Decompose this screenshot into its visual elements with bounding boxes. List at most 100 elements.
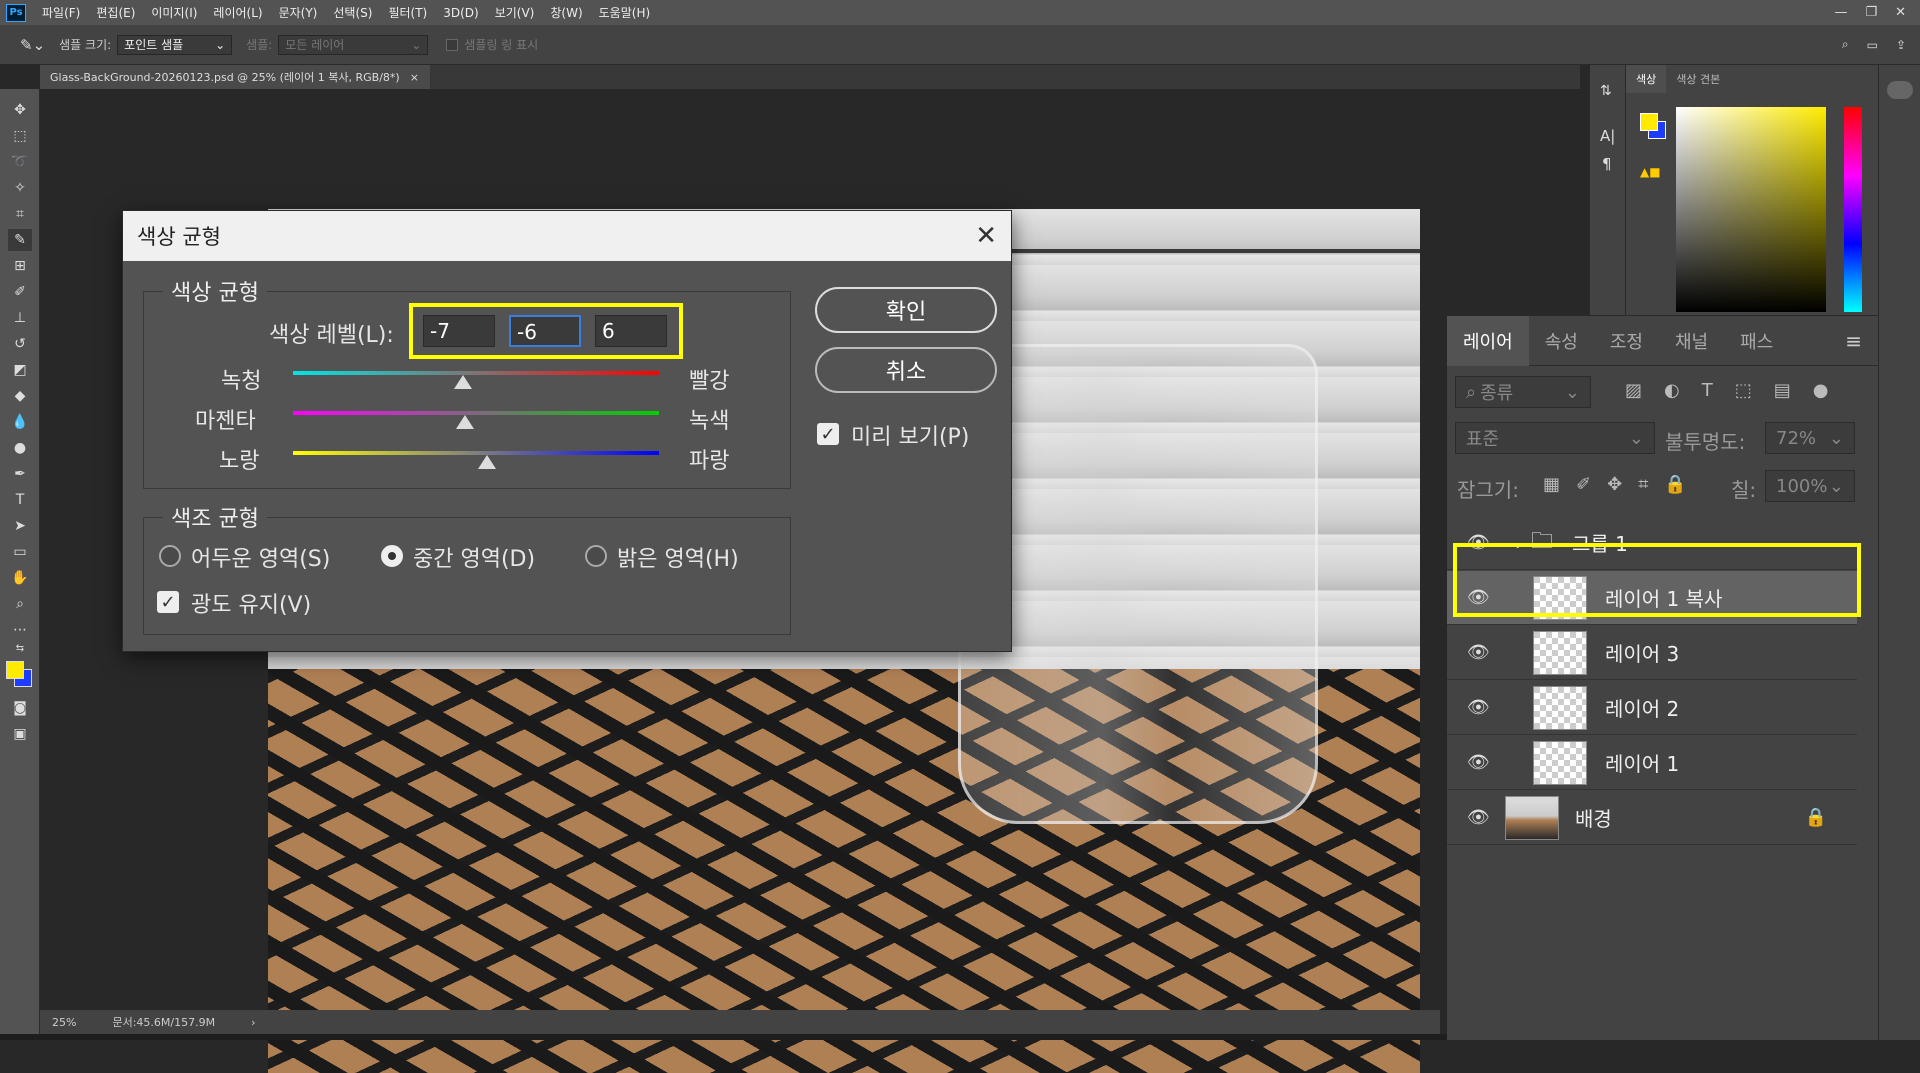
- frame-tool-icon[interactable]: ⊞: [8, 255, 32, 277]
- yellow-blue-slider-track[interactable]: [293, 451, 659, 455]
- pen-tool-icon[interactable]: ✒: [8, 463, 32, 485]
- tab-channels[interactable]: 채널: [1659, 316, 1724, 366]
- layer-row-layer-2[interactable]: 👁 레이어 2: [1447, 681, 1857, 735]
- layer-row-layer-1[interactable]: 👁 레이어 1: [1447, 736, 1857, 790]
- opacity-input[interactable]: 72% ⌄: [1765, 422, 1855, 454]
- midtones-radio[interactable]: [381, 545, 403, 567]
- cancel-button[interactable]: 취소: [815, 347, 997, 393]
- show-sampling-ring-checkbox[interactable]: [446, 38, 459, 51]
- tab-paths[interactable]: 패스: [1724, 316, 1789, 366]
- sample-size-select[interactable]: 포인트 샘플 ⌄: [117, 34, 233, 55]
- highlights-radio[interactable]: [585, 545, 607, 567]
- menu-edit[interactable]: 편집(E): [88, 4, 143, 21]
- menu-image[interactable]: 이미지(I): [143, 4, 205, 21]
- magenta-green-slider-track[interactable]: [293, 411, 659, 415]
- hue-slider[interactable]: [1844, 107, 1862, 312]
- layer-filter-select[interactable]: ⌕ 종류 ⌄: [1455, 376, 1591, 408]
- filter-toggle-icon[interactable]: ●: [1813, 380, 1829, 401]
- dodge-tool-icon[interactable]: ●: [8, 437, 32, 459]
- layer-row-background[interactable]: 👁 배경 🔒: [1447, 791, 1857, 845]
- paragraph-icon[interactable]: ¶: [1602, 155, 1612, 173]
- path-selection-tool-icon[interactable]: ➤: [8, 515, 32, 537]
- shadows-radio[interactable]: [159, 545, 181, 567]
- close-window-icon[interactable]: ✕: [1895, 5, 1906, 20]
- panel-menu-icon[interactable]: ≡: [1829, 316, 1878, 366]
- preview-checkbox[interactable]: ✓: [817, 423, 839, 445]
- menu-3d[interactable]: 3D(D): [435, 6, 486, 20]
- gamut-warning-icon[interactable]: ▲■: [1640, 165, 1661, 179]
- menu-view[interactable]: 보기(V): [487, 4, 543, 21]
- hand-tool-icon[interactable]: ✋: [8, 567, 32, 589]
- eraser-tool-icon[interactable]: ◩: [8, 359, 32, 381]
- magenta-green-slider-thumb[interactable]: [456, 415, 475, 429]
- filter-adjustment-icon[interactable]: ◐: [1664, 380, 1680, 401]
- close-tab-icon[interactable]: ×: [410, 71, 419, 84]
- move-tool-icon[interactable]: ✥: [8, 99, 32, 121]
- search-icon[interactable]: ⌕: [1842, 37, 1849, 52]
- menu-select[interactable]: 선택(S): [325, 4, 380, 21]
- crop-tool-icon[interactable]: ⌗: [8, 203, 32, 225]
- type-tool-icon[interactable]: T: [8, 489, 32, 511]
- history-icon[interactable]: ⇅: [1600, 83, 1612, 99]
- layer-row-layer-3[interactable]: 👁 레이어 3: [1447, 626, 1857, 680]
- menu-filter[interactable]: 필터(T): [380, 4, 435, 21]
- cyan-red-slider-track[interactable]: [293, 371, 659, 375]
- menu-type[interactable]: 문자(Y): [271, 4, 326, 21]
- fill-input[interactable]: 100% ⌄: [1765, 470, 1855, 502]
- eyedropper-tool-icon[interactable]: ✎: [8, 229, 32, 251]
- visibility-eye-icon[interactable]: 👁: [1467, 642, 1490, 663]
- eyedropper-tool-icon[interactable]: ✎⌄: [20, 36, 45, 54]
- visibility-eye-icon[interactable]: 👁: [1467, 807, 1490, 828]
- blend-mode-select[interactable]: 표준 ⌄: [1455, 422, 1655, 454]
- marquee-tool-icon[interactable]: ⬚: [8, 125, 32, 147]
- zoom-tool-icon[interactable]: ⌕: [8, 593, 32, 615]
- color-picker-field[interactable]: [1676, 107, 1826, 312]
- character-icon[interactable]: A|: [1600, 127, 1615, 145]
- swap-colors-icon[interactable]: ⇆: [8, 637, 32, 659]
- lock-transparency-icon[interactable]: ▦: [1543, 474, 1560, 495]
- quick-mask-icon[interactable]: ◙: [8, 697, 32, 719]
- sample-select[interactable]: 모든 레이어 ⌄: [278, 34, 429, 55]
- workspace-icon[interactable]: ▭: [1867, 38, 1878, 52]
- menu-layer[interactable]: 레이어(L): [205, 4, 270, 21]
- close-icon[interactable]: ✕: [975, 221, 997, 251]
- visibility-eye-icon[interactable]: 👁: [1467, 752, 1490, 773]
- share-icon[interactable]: ⇪: [1896, 38, 1906, 52]
- cyan-red-slider-thumb[interactable]: [454, 375, 473, 389]
- menu-file[interactable]: 파일(F): [34, 4, 88, 21]
- tab-swatches[interactable]: 색상 견본: [1666, 65, 1730, 93]
- status-menu-arrow[interactable]: ›: [251, 1016, 255, 1029]
- zoom-level[interactable]: 25%: [52, 1016, 76, 1029]
- lock-position-icon[interactable]: ✥: [1607, 474, 1622, 495]
- filter-smart-object-icon[interactable]: ▤: [1774, 380, 1791, 401]
- tab-properties[interactable]: 속성: [1529, 316, 1594, 366]
- blur-tool-icon[interactable]: 💧: [8, 411, 32, 433]
- filter-shape-icon[interactable]: ⬚: [1735, 380, 1752, 401]
- brush-tool-icon[interactable]: ✐: [8, 281, 32, 303]
- visibility-eye-icon[interactable]: 👁: [1467, 697, 1490, 718]
- preserve-luminosity-checkbox[interactable]: ✓: [157, 591, 179, 613]
- stamp-tool-icon[interactable]: ⊥: [8, 307, 32, 329]
- foreground-swatch[interactable]: [1640, 113, 1658, 131]
- tab-adjustments[interactable]: 조정: [1594, 316, 1659, 366]
- filter-pixel-icon[interactable]: ▨: [1625, 380, 1642, 401]
- screen-mode-icon[interactable]: ▣: [8, 723, 32, 745]
- lock-pixels-icon[interactable]: ✐: [1576, 474, 1591, 495]
- menu-help[interactable]: 도움말(H): [591, 4, 659, 21]
- menu-window[interactable]: 창(W): [542, 4, 590, 21]
- foreground-color-swatch[interactable]: [6, 661, 24, 679]
- minimize-icon[interactable]: —: [1834, 5, 1847, 20]
- restore-icon[interactable]: ❐: [1865, 5, 1877, 20]
- magic-wand-tool-icon[interactable]: ✧: [8, 177, 32, 199]
- tab-layers[interactable]: 레이어: [1447, 315, 1529, 366]
- filter-type-icon[interactable]: T: [1702, 380, 1713, 401]
- rectangle-tool-icon[interactable]: ▭: [8, 541, 32, 563]
- yellow-blue-slider-thumb[interactable]: [477, 455, 496, 469]
- history-brush-tool-icon[interactable]: ↺: [8, 333, 32, 355]
- lock-all-icon[interactable]: 🔒: [1664, 474, 1686, 495]
- libraries-icon[interactable]: [1887, 81, 1913, 99]
- tab-color[interactable]: 색상: [1626, 65, 1667, 93]
- document-tab[interactable]: Glass-BackGround-20260123.psd @ 25% (레이어…: [40, 65, 430, 89]
- lasso-tool-icon[interactable]: ➰: [8, 151, 32, 173]
- ok-button[interactable]: 확인: [815, 287, 997, 333]
